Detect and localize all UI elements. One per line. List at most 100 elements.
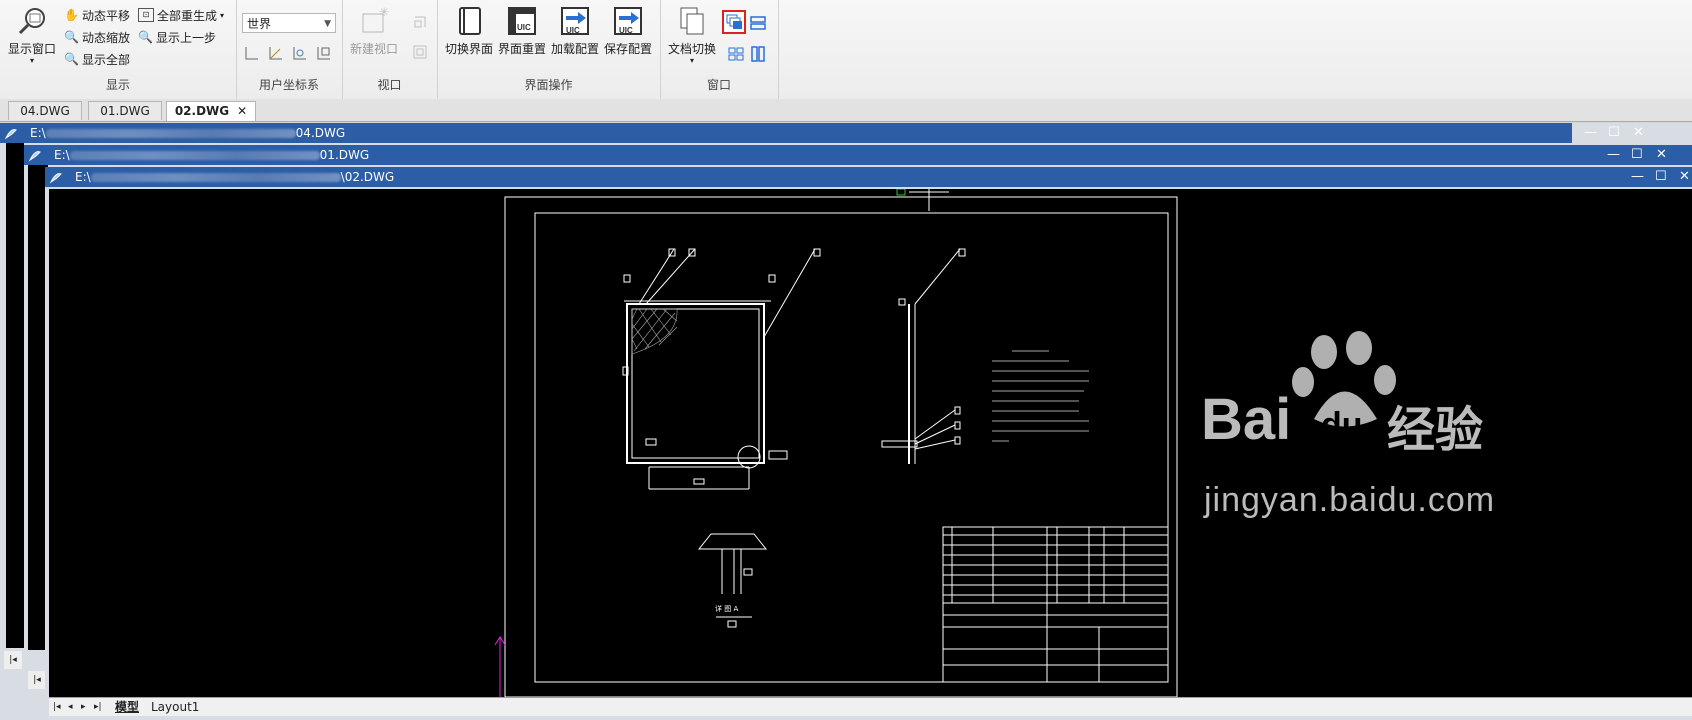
maximize-button[interactable]: ☐: [1631, 145, 1643, 165]
maximize-button[interactable]: ☐: [1655, 167, 1667, 187]
ucs-axis-icon: [494, 636, 506, 697]
viewport-clip-icon[interactable]: [412, 14, 428, 30]
ucs-select-value: 世界: [247, 17, 272, 31]
tile-vertical-icon[interactable]: [750, 46, 766, 62]
group-label-window: 窗口: [706, 78, 731, 92]
close-icon[interactable]: ✕: [237, 104, 247, 118]
minimize-button[interactable]: —: [1584, 123, 1597, 143]
group-label-viewport: 视口: [377, 78, 402, 92]
tab-label: 01.DWG: [100, 104, 150, 118]
group-viewport: ✳ 新建视口 视口: [342, 0, 438, 99]
zoom-button[interactable]: 🔍 动态缩放: [64, 27, 130, 47]
nav-last-button[interactable]: ▸|: [94, 699, 102, 715]
save-config-label: 保存配置: [604, 42, 653, 56]
maximize-button[interactable]: ☐: [1608, 123, 1620, 143]
save-config-button[interactable]: UIC 保存配置: [604, 6, 652, 57]
hatch-area: [631, 308, 678, 355]
reset-ui-label: 界面重置: [498, 42, 547, 56]
ucs-origin-icon: [269, 47, 282, 60]
app-logo-icon: [4, 129, 17, 140]
redacted-path: [69, 151, 320, 160]
nav-first-button[interactable]: |◂: [53, 699, 61, 715]
window-title: E:\ \02.DWG: [75, 170, 395, 184]
new-viewport-icon: ✳: [362, 6, 389, 33]
app-logo-icon: [49, 173, 62, 184]
load-config-label: 加载配置: [551, 42, 600, 56]
close-button[interactable]: ✕: [1679, 167, 1690, 187]
layout-tab-bar: |◂ ◂ ▸ ▸| 模型 Layout1: [49, 697, 1692, 716]
reset-ui-button[interactable]: UIC 界面重置: [498, 6, 546, 57]
watermark-cn: 经验: [1387, 402, 1484, 458]
zoom-label: 动态缩放: [81, 30, 130, 45]
doc-switch-label: 文档切换: [668, 42, 717, 56]
regen-icon: ⊡: [138, 8, 154, 22]
prev-view-button[interactable]: 🔍 显示上一步: [138, 27, 216, 47]
tab-label: 02.DWG: [174, 104, 230, 118]
nav-next-button[interactable]: ▸: [81, 699, 86, 715]
drawing-canvas[interactable]: 详 图 A Bai du 经验 jingyan.baidu.com: [49, 189, 1692, 697]
tab-01-dwg[interactable]: 01.DWG: [88, 101, 162, 120]
magnifier-icon: [18, 8, 45, 35]
nav-prev-button[interactable]: ◂: [68, 699, 73, 715]
viewport-join-icon[interactable]: [412, 44, 428, 60]
tab-label: 04.DWG: [20, 104, 70, 118]
group-label-ucs: 用户坐标系: [258, 78, 319, 92]
redacted-path: [45, 129, 296, 138]
tab-04-dwg[interactable]: 04.DWG: [8, 101, 82, 120]
pan-button[interactable]: ✋ 动态平移: [64, 5, 130, 25]
ucs-previous-icon: [317, 47, 330, 60]
window-scroll-left[interactable]: |◂: [28, 671, 46, 689]
svg-text:✳: ✳: [379, 6, 389, 19]
doc-switch-button[interactable]: 文档切换 ▾: [668, 6, 716, 65]
ribbon: 显示窗口 ▾ ✋ 动态平移 🔍 动态缩放 🔍 显示全部 ⊡ 全部重生成 ▾ 🔍 …: [0, 0, 1692, 100]
load-config-icon: UIC: [561, 7, 589, 35]
pan-icon: ✋: [64, 8, 79, 22]
sheet-inner-border: [534, 212, 1169, 683]
group-label-ui-ops: 界面操作: [524, 78, 573, 92]
load-config-button[interactable]: UIC 加载配置: [551, 6, 599, 57]
detail-view: [697, 533, 768, 628]
window-title: E:\ 01.DWG: [54, 148, 370, 162]
new-viewport-label: 新建视口: [350, 42, 399, 56]
group-ui-ops: 切换界面 UIC 界面重置 UIC 加载配置 UIC 保存配置 界面操作: [437, 0, 661, 99]
window-title-bar: E:\ \02.DWG — ☐ ✕: [45, 167, 1692, 187]
new-viewport-button[interactable]: ✳ 新建视口: [350, 6, 398, 57]
chevron-down-icon: ▾: [690, 56, 695, 65]
show-window-button[interactable]: 显示窗口 ▾: [8, 6, 56, 65]
documents-icon: [680, 7, 704, 35]
minimize-button[interactable]: —: [1607, 145, 1620, 165]
prev-view-label: 显示上一步: [155, 30, 216, 45]
window-scroll-left[interactable]: |◂: [4, 651, 22, 669]
window-title: E:\ 04.DWG: [30, 126, 346, 140]
window-title-bar: E:\ 04.DWG — ☐ ✕: [0, 123, 1644, 143]
cascade-windows-button[interactable]: [722, 10, 746, 34]
ucs-world-icon: [245, 47, 258, 60]
window-body: [6, 143, 24, 648]
ui-reset-icon: UIC: [508, 7, 536, 35]
tab-layout1[interactable]: Layout1: [151, 699, 199, 715]
group-window: 文档切换 ▾ 窗口: [660, 0, 779, 99]
app-logo-icon: [28, 151, 41, 162]
watermark-url: jingyan.baidu.com: [1204, 481, 1496, 519]
tile-grid-icon[interactable]: [728, 46, 744, 62]
regen-all-button[interactable]: ⊡ 全部重生成 ▾: [138, 5, 224, 25]
redacted-path: [90, 173, 341, 182]
tile-horizontal-icon[interactable]: [750, 15, 766, 31]
close-button[interactable]: ✕: [1633, 123, 1644, 143]
save-config-icon: UIC: [614, 7, 642, 35]
zoom-extents-icon: 🔍: [64, 52, 79, 66]
front-view: [622, 248, 821, 490]
title-block: [942, 526, 1169, 683]
switch-ui-button[interactable]: 切换界面: [445, 6, 493, 57]
technical-notes: [992, 350, 1089, 442]
watermark-brand: Bai: [1201, 387, 1292, 452]
chevron-down-icon: ▾: [30, 56, 35, 65]
zoom-previous-icon: 🔍: [138, 30, 153, 44]
tab-model[interactable]: 模型: [115, 699, 139, 715]
close-button[interactable]: ✕: [1656, 145, 1667, 165]
tab-02-dwg[interactable]: 02.DWG ✕: [166, 101, 256, 121]
show-all-label: 显示全部: [81, 52, 130, 67]
show-all-button[interactable]: 🔍 显示全部: [64, 49, 130, 69]
minimize-button[interactable]: —: [1631, 167, 1644, 187]
ucs-select[interactable]: 世界 ▼: [242, 13, 336, 33]
